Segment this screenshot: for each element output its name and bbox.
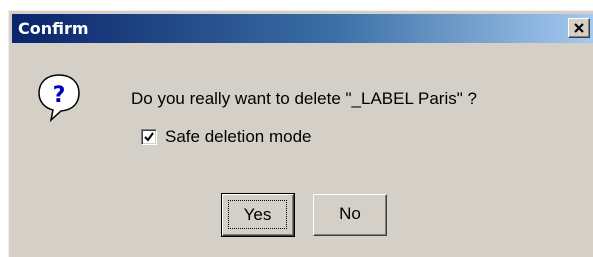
close-icon [574,23,584,33]
svg-text:?: ? [53,83,66,108]
dialog-title: Confirm [18,19,89,38]
close-button[interactable] [568,18,590,38]
safe-deletion-checkbox-row[interactable]: Safe deletion mode [141,127,312,147]
question-icon: ? [38,74,80,123]
confirm-dialog: Confirm ? Do you really want to delete "… [8,10,593,257]
confirm-message: Do you really want to delete "_LABEL Par… [131,89,477,108]
yes-button[interactable]: Yes [221,193,295,237]
safe-deletion-label: Safe deletion mode [165,127,312,146]
title-bar: Confirm [12,14,593,43]
safe-deletion-checkbox[interactable] [141,129,157,145]
checkmark-icon [144,132,154,142]
yes-button-label: Yes [228,200,287,229]
no-button[interactable]: No [313,194,387,236]
